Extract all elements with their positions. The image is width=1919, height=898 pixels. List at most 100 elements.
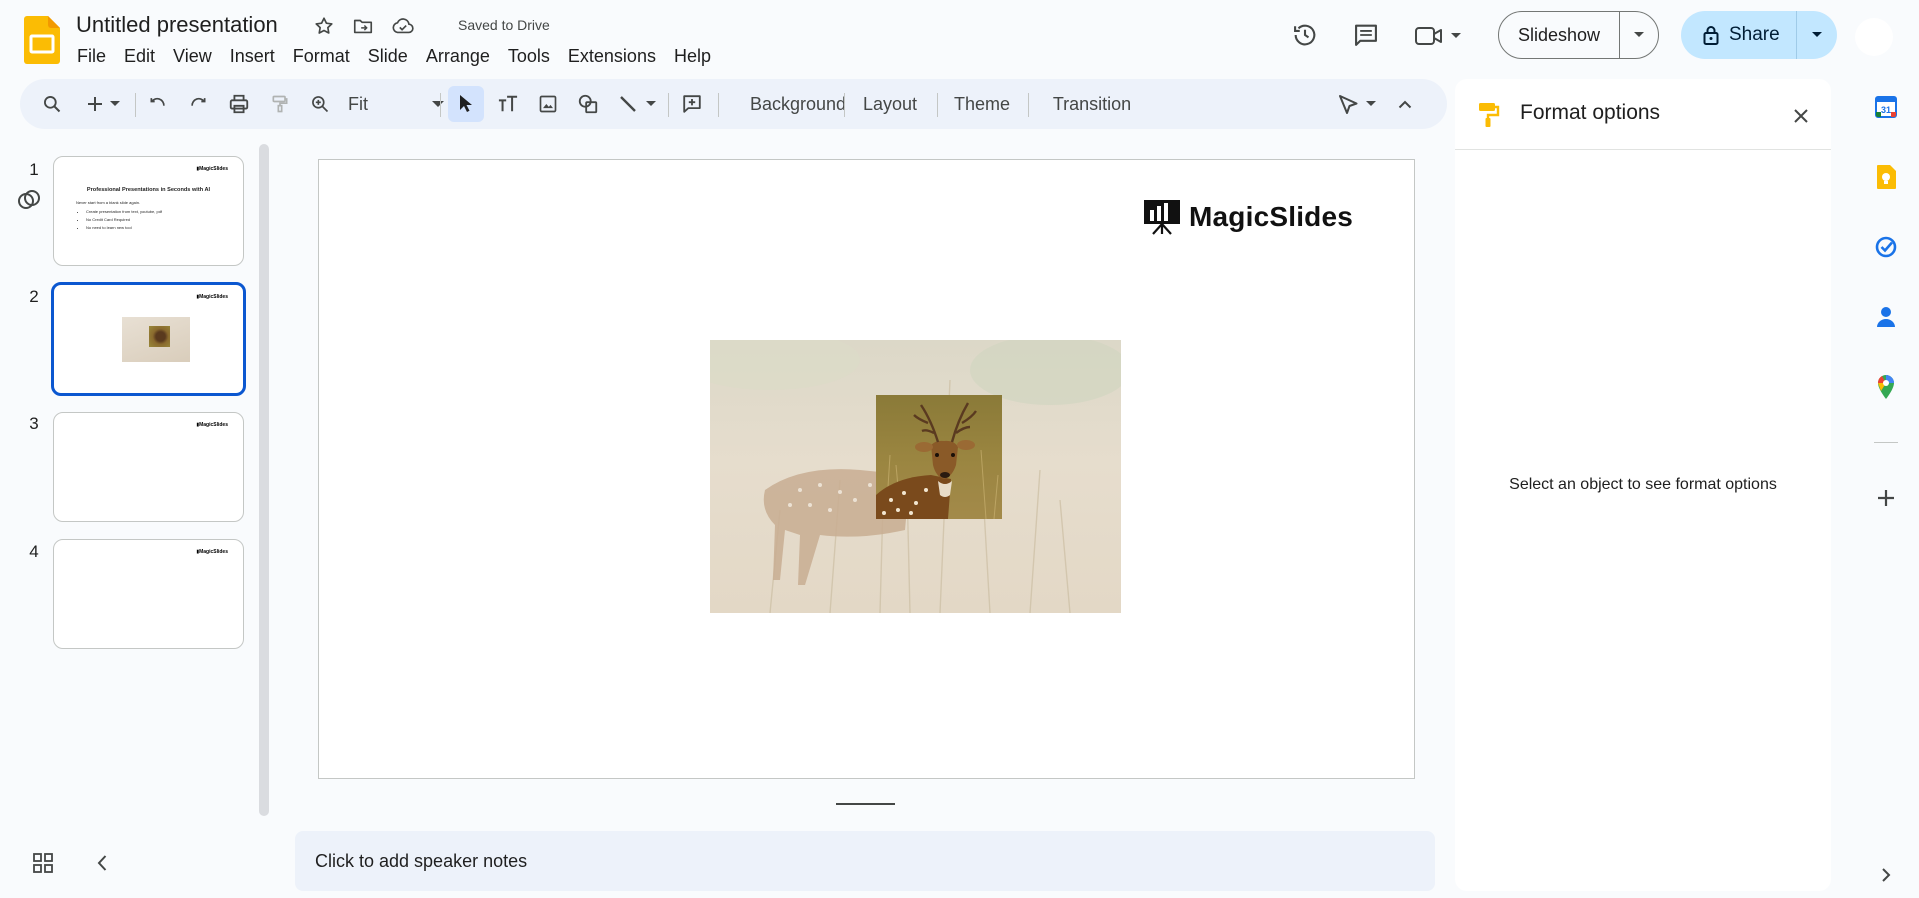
panel-empty-message: Select an object to see format options — [1509, 476, 1777, 493]
video-camera-icon — [1414, 23, 1444, 49]
format-options-panel: Format options Select an object to see f… — [1455, 79, 1831, 891]
layout-button[interactable]: Layout — [850, 79, 930, 129]
editing-mode-button[interactable] — [1332, 79, 1382, 129]
share-options-button[interactable] — [1797, 11, 1837, 59]
share-button[interactable]: Share — [1681, 11, 1797, 59]
paint-roller-icon — [1477, 101, 1501, 129]
select-tool-icon[interactable] — [448, 86, 484, 122]
toolbar-divider — [668, 93, 669, 117]
layout-label: Layout — [862, 93, 918, 114]
panel-divider — [1455, 149, 1831, 150]
insert-image-icon[interactable] — [530, 79, 566, 129]
toolbar-divider — [844, 93, 845, 117]
get-addons-icon[interactable] — [1867, 479, 1905, 517]
calendar-icon[interactable]: 31 — [1867, 88, 1905, 126]
brand-logo[interactable]: MagicSlides — [1143, 199, 1353, 235]
share-button-group: Share — [1681, 11, 1837, 59]
text-box-icon[interactable] — [490, 79, 526, 129]
star-icon[interactable] — [310, 12, 338, 40]
toolbar-divider — [937, 93, 938, 117]
svg-text:31: 31 — [1881, 105, 1891, 115]
account-avatar[interactable] — [1855, 18, 1893, 56]
new-slide-button[interactable] — [78, 79, 128, 129]
grid-view-icon[interactable] — [32, 852, 58, 878]
save-status: Saved to Drive — [458, 17, 550, 33]
slide-thumbnail-1[interactable]: ▮MagicSlides Professional Presentations … — [53, 156, 244, 266]
deer-photo[interactable] — [876, 395, 1002, 519]
panel-title: Format options — [1520, 101, 1661, 124]
thumbnail-bullet: Create presentation from text, youtube, … — [86, 208, 162, 216]
close-icon[interactable] — [1788, 103, 1814, 129]
search-menus-icon[interactable] — [34, 79, 70, 129]
slideshow-options-button[interactable] — [1620, 12, 1658, 58]
menu-format[interactable]: Format — [284, 44, 359, 69]
chevron-down-icon — [646, 101, 656, 107]
slide-thumbnail-3[interactable]: ▮MagicSlides — [53, 412, 244, 522]
slide-thumbnail-4[interactable]: ▮MagicSlides — [53, 539, 244, 649]
thumbnail-title: Professional Presentations in Seconds wi… — [86, 187, 211, 193]
print-icon[interactable] — [222, 79, 256, 129]
main-toolbar: Fit Background Layout Theme Transition — [20, 79, 1447, 129]
menu-slide[interactable]: Slide — [359, 44, 417, 69]
comments-icon[interactable] — [1346, 15, 1386, 55]
thumbnail-logo: ▮MagicSlides — [196, 549, 228, 555]
notes-resize-handle[interactable] — [836, 803, 895, 805]
brand-name: MagicSlides — [1189, 201, 1354, 232]
collapse-filmstrip-icon[interactable] — [96, 854, 116, 876]
thumbnail-image — [122, 317, 190, 362]
expand-side-panel-icon[interactable] — [1867, 856, 1905, 894]
theme-label: Theme — [953, 93, 1011, 114]
move-folder-icon[interactable] — [349, 12, 377, 40]
line-tool-button[interactable] — [612, 79, 662, 129]
menu-extensions[interactable]: Extensions — [559, 44, 665, 69]
cloud-saved-icon[interactable] — [389, 12, 417, 40]
chevron-down-icon — [1811, 31, 1823, 39]
toolbar-divider — [440, 93, 441, 117]
redo-icon[interactable] — [182, 79, 214, 129]
menu-edit[interactable]: Edit — [115, 44, 164, 69]
menu-help[interactable]: Help — [665, 44, 720, 69]
theme-button[interactable]: Theme — [942, 79, 1022, 129]
background-label: Background — [749, 93, 847, 114]
menu-view[interactable]: View — [164, 44, 221, 69]
chevron-down-icon — [1366, 101, 1376, 107]
filmstrip-scrollbar[interactable] — [259, 144, 269, 816]
collapse-toolbar-icon[interactable] — [1390, 79, 1420, 129]
slide-number: 3 — [29, 414, 39, 433]
slide-number: 2 — [29, 287, 39, 306]
speaker-notes-field[interactable]: Click to add speaker notes — [295, 831, 1435, 891]
chevron-down-icon — [1633, 31, 1645, 39]
meet-button[interactable] — [1414, 20, 1474, 52]
zoom-icon[interactable] — [303, 79, 337, 129]
transition-label: Transition — [1052, 93, 1132, 114]
maps-icon[interactable] — [1867, 368, 1905, 406]
slideshow-button[interactable]: Slideshow — [1499, 12, 1621, 58]
menu-tools[interactable]: Tools — [499, 44, 559, 69]
line-icon — [618, 94, 638, 114]
keep-icon[interactable] — [1867, 158, 1905, 196]
menu-insert[interactable]: Insert — [221, 44, 284, 69]
paint-format-icon[interactable] — [263, 79, 297, 129]
version-history-icon[interactable] — [1285, 15, 1325, 55]
toolbar-divider — [135, 93, 136, 117]
tasks-icon[interactable] — [1867, 228, 1905, 266]
shape-icon[interactable] — [570, 79, 606, 129]
menu-arrange[interactable]: Arrange — [417, 44, 499, 69]
zoom-select[interactable]: Fit — [340, 79, 452, 129]
contacts-icon[interactable] — [1867, 298, 1905, 336]
slide-number: 4 — [29, 542, 39, 561]
chevron-down-icon — [1450, 32, 1462, 40]
thumbnail-logo: ▮MagicSlides — [196, 294, 228, 300]
menu-file[interactable]: File — [68, 44, 115, 69]
slide-thumbnail-2[interactable]: ▮MagicSlides — [51, 282, 246, 396]
slides-logo-icon[interactable] — [24, 16, 60, 64]
linked-objects-icon[interactable] — [16, 187, 42, 213]
zoom-value: Fit — [348, 93, 368, 114]
undo-icon[interactable] — [142, 79, 174, 129]
document-title[interactable]: Untitled presentation — [76, 12, 278, 38]
thumbnail-logo: ▮MagicSlides — [196, 422, 228, 428]
add-comment-icon[interactable] — [674, 79, 710, 129]
transition-button[interactable]: Transition — [1036, 79, 1148, 129]
share-label: Share — [1729, 24, 1780, 45]
slide-canvas[interactable]: MagicSlides — [318, 159, 1415, 779]
